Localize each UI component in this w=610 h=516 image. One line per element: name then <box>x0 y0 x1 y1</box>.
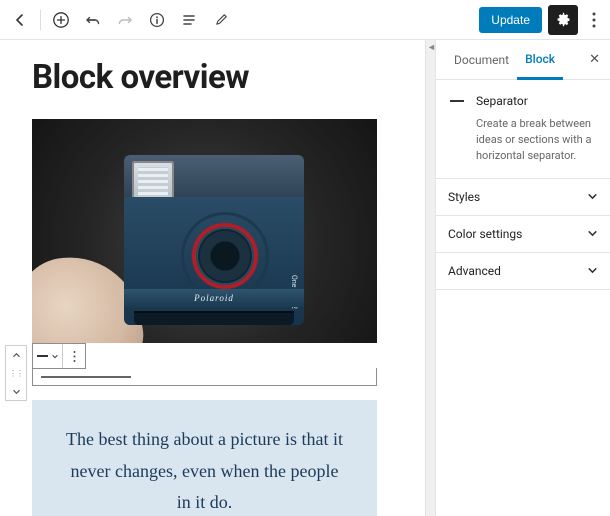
scrollbar-gutter[interactable]: ◄ <box>425 40 435 516</box>
info-icon[interactable] <box>143 6 171 34</box>
separator-block[interactable] <box>32 368 377 386</box>
settings-button[interactable] <box>548 5 578 35</box>
block-name: Separator <box>476 94 528 108</box>
tab-document[interactable]: Document <box>446 40 517 79</box>
panel-color-settings[interactable]: Color settings <box>436 216 610 253</box>
collapse-sidebar-icon[interactable]: ◄ <box>427 42 436 53</box>
editor-canvas[interactable]: Block overview One Step 2 Pol <box>0 40 425 516</box>
sidebar-tabs: Document Block ✕ <box>436 40 610 80</box>
edit-icon[interactable] <box>207 6 235 34</box>
redo-icon[interactable] <box>111 6 139 34</box>
drag-handle-icon[interactable]: ⋮⋮ <box>6 364 26 382</box>
block-description: Create a break between ideas or sections… <box>448 116 598 164</box>
tab-block[interactable]: Block <box>517 41 563 80</box>
update-button[interactable]: Update <box>479 7 542 33</box>
chevron-down-icon <box>587 228 598 239</box>
block-toolbar <box>32 343 86 369</box>
chevron-down-icon <box>587 191 598 202</box>
block-type-button[interactable] <box>33 344 63 368</box>
outline-icon[interactable] <box>175 6 203 34</box>
panel-styles[interactable]: Styles <box>436 179 610 216</box>
back-icon[interactable] <box>6 6 34 34</box>
quote-block[interactable]: The best thing about a picture is that i… <box>32 400 377 516</box>
block-mover: ⋮⋮ <box>5 345 27 401</box>
chevron-down-icon <box>587 265 598 276</box>
more-menu-icon[interactable] <box>584 6 604 34</box>
close-sidebar-button[interactable]: ✕ <box>583 52 606 67</box>
add-block-icon[interactable] <box>47 6 75 34</box>
page-title[interactable]: Block overview <box>32 58 393 97</box>
separator-line <box>41 376 131 378</box>
separator-icon <box>448 92 466 110</box>
settings-sidebar: Document Block ✕ Separator Create a brea… <box>435 40 610 516</box>
move-up-button[interactable] <box>6 346 26 364</box>
block-more-button[interactable] <box>63 344 85 368</box>
image-block[interactable]: One Step 2 Polaroid <box>32 119 377 343</box>
undo-icon[interactable] <box>79 6 107 34</box>
move-down-button[interactable] <box>6 382 26 400</box>
top-toolbar: Update <box>0 0 610 40</box>
panel-advanced[interactable]: Advanced <box>436 253 610 290</box>
block-info-panel: Separator Create a break between ideas o… <box>436 80 610 179</box>
